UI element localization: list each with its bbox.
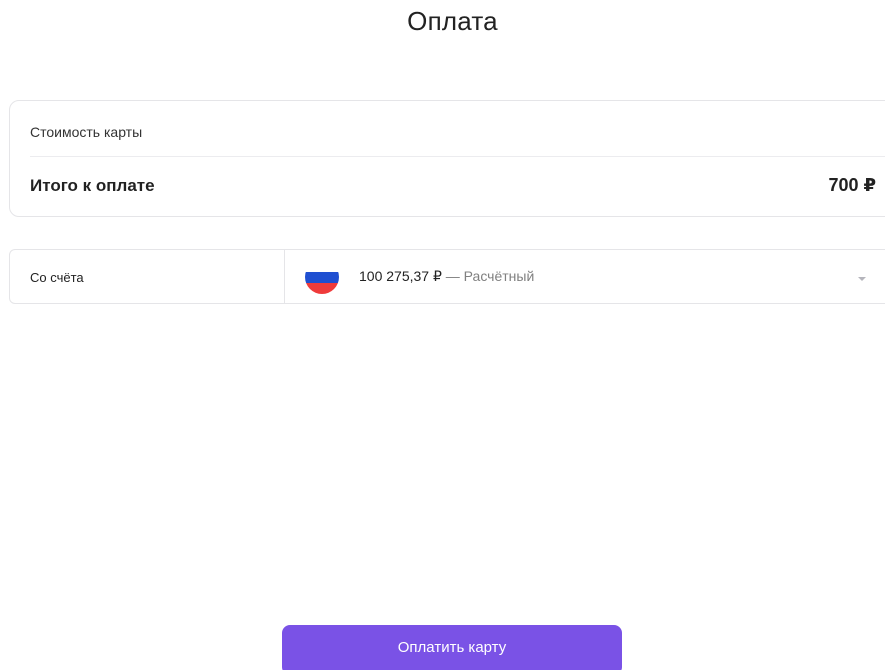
total-label: Итого к оплате xyxy=(30,176,155,195)
pay-card-button[interactable]: Оплатить карту xyxy=(282,625,622,670)
source-account-dropdown[interactable]: 100 275,37 ₽ — Расчётный xyxy=(285,250,885,303)
account-type: Расчётный xyxy=(463,268,535,284)
summary-divider xyxy=(30,156,885,157)
chevron-down-icon[interactable] xyxy=(857,271,867,281)
account-selector-card: Со счёта 100 275,37 ₽ — Расчётный xyxy=(9,249,885,304)
payment-summary-card: Стоимость карты Итого к оплате 700 ₽ xyxy=(9,100,885,217)
total-value: 700 ₽ xyxy=(828,175,876,195)
account-balance: 100 275,37 ₽ xyxy=(359,268,442,284)
page-title: Оплата xyxy=(407,6,498,36)
source-account-label: Со счёта xyxy=(30,270,84,285)
account-separator: — xyxy=(441,268,464,284)
selected-account: 100 275,37 ₽ — Расчётный xyxy=(359,268,534,285)
russia-flag-icon xyxy=(305,260,339,294)
card-cost-label: Стоимость карты xyxy=(30,124,143,140)
payment-page: Оплата Стоимость карты Итого к оплате 70… xyxy=(0,0,885,670)
